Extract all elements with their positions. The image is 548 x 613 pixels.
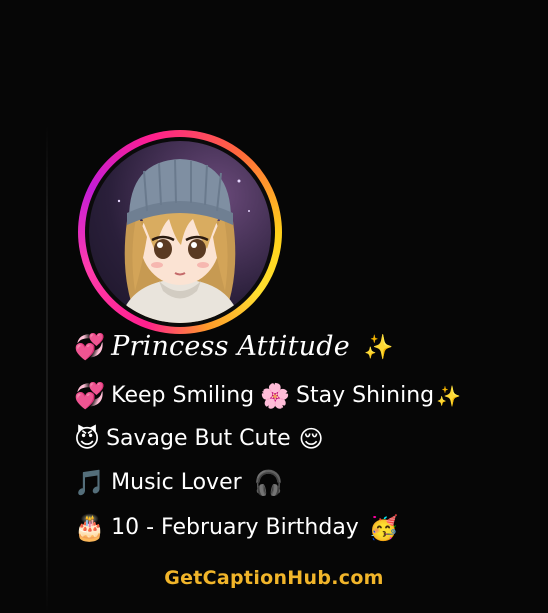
party-face-icon: 🥳 bbox=[368, 513, 399, 542]
bio-line-text: Savage But Cute bbox=[106, 426, 291, 451]
bio-line-text: Keep Smiling bbox=[111, 383, 255, 408]
bio-line-text: Music Lover bbox=[111, 470, 242, 495]
headphones-icon: 🎧 bbox=[253, 468, 284, 497]
bio-line-text: Stay Shining bbox=[296, 383, 435, 408]
cherry-blossom-icon: 🌸 bbox=[260, 381, 291, 410]
two-hearts-icon: 💞 bbox=[74, 381, 106, 410]
bio-line-4: 🎂 10 - February Birthday 🥳 bbox=[74, 515, 399, 540]
bio-line-3: 🎵 Music Lover 🎧 bbox=[74, 470, 284, 495]
bio-line-text: 10 - February Birthday bbox=[111, 515, 359, 540]
avatar-ring-gap bbox=[85, 137, 275, 327]
bio-line-1: 💞 Keep Smiling 🌸 Stay Shining ✨ bbox=[74, 383, 461, 408]
relieved-face-icon: 😌 bbox=[298, 424, 324, 453]
bio-title: Princess Attitude bbox=[111, 331, 350, 362]
sparkles-icon: ✨ bbox=[363, 332, 394, 361]
anime-girl-avatar-icon bbox=[117, 159, 250, 323]
edge-divider bbox=[46, 125, 48, 613]
two-hearts-icon: 💞 bbox=[74, 332, 106, 361]
smiling-devil-icon: 😈 bbox=[74, 424, 101, 453]
bio-line-2: 😈 Savage But Cute 😌 bbox=[74, 426, 324, 451]
birthday-cake-icon: 🎂 bbox=[74, 513, 106, 542]
profile-avatar[interactable] bbox=[89, 141, 271, 323]
site-credit[interactable]: GetCaptionHub.com bbox=[0, 567, 548, 589]
sparkles-icon: ✨ bbox=[436, 383, 462, 408]
profile-avatar-ring[interactable] bbox=[78, 130, 282, 334]
music-notes-icon: 🎵 bbox=[74, 468, 106, 497]
bio-title-line: 💞 Princess Attitude ✨ bbox=[74, 331, 394, 362]
